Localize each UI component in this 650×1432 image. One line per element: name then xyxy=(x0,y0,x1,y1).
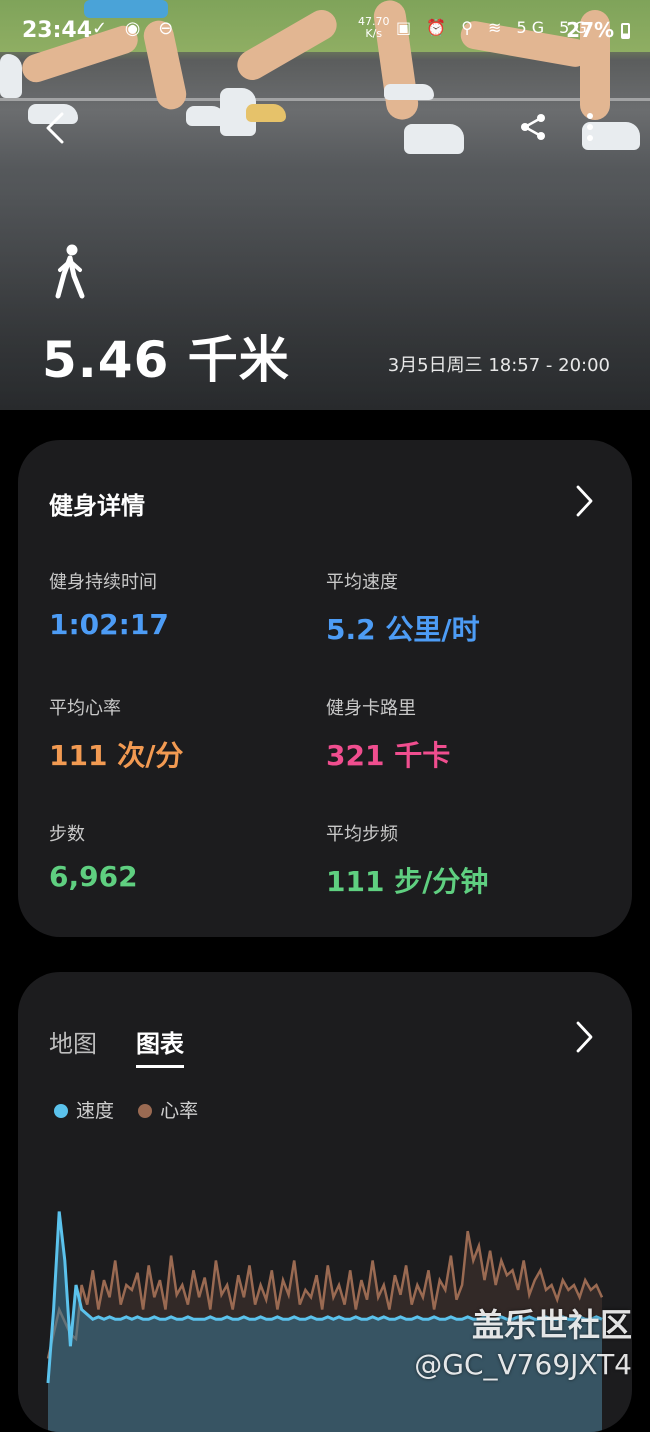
stat-label: 健身卡路里 xyxy=(326,694,450,720)
total-distance: 5.46 千米 xyxy=(42,320,290,392)
chevron-right-icon xyxy=(574,484,594,518)
stat-calories: 健身卡路里 321 千卡 xyxy=(326,694,450,774)
runner-shoe xyxy=(246,104,286,122)
card-title: 健身详情 xyxy=(49,486,145,521)
stat-duration: 健身持续时间 1:02:17 xyxy=(49,568,169,641)
watermark-title: 盖乐世社区 xyxy=(472,1300,632,1346)
more-vertical-icon xyxy=(586,112,594,142)
background-lane-line xyxy=(0,98,650,101)
network-speed: 47.70K/s xyxy=(358,16,390,40)
more-options-button[interactable] xyxy=(586,112,594,148)
status-time: 23:44 xyxy=(22,18,92,43)
stat-avg-heart-rate: 平均心率 111 次/分 xyxy=(49,694,183,774)
stat-label: 健身持续时间 xyxy=(49,568,169,594)
back-button[interactable] xyxy=(42,108,68,155)
chevron-left-icon xyxy=(42,108,68,148)
stat-value: 1:02:17 xyxy=(49,608,169,641)
stat-value: 111 步/分钟 xyxy=(326,860,488,900)
battery-icon xyxy=(621,23,630,39)
runner-shoe xyxy=(404,124,464,154)
share-icon xyxy=(518,112,548,142)
stat-label: 平均心率 xyxy=(49,694,183,720)
system-icons: ▣ ⏰ ⚲ ≋ 5G 5G xyxy=(396,18,592,37)
runner-shoe xyxy=(384,84,434,100)
stat-avg-speed: 平均速度 5.2 公里/时 xyxy=(326,568,480,648)
notification-icons: ✓ ◉ ⊖ xyxy=(92,18,179,39)
battery-percent: 27% xyxy=(566,18,614,42)
status-bar: 23:44 ✓ ◉ ⊖ 47.70K/s ▣ ⏰ ⚲ ≋ 5G 5G 27% xyxy=(0,0,650,62)
battery-level: 27% xyxy=(566,18,630,42)
share-button[interactable] xyxy=(518,112,548,146)
workout-date-range: 3月5日周三 18:57 - 20:00 xyxy=(388,351,610,377)
stat-steps: 步数 6,962 xyxy=(49,820,138,893)
stat-value: 6,962 xyxy=(49,860,138,893)
stat-avg-cadence: 平均步频 111 步/分钟 xyxy=(326,820,488,900)
workout-details-card[interactable]: 健身详情 健身持续时间 1:02:17 平均速度 5.2 公里/时 平均心率 1… xyxy=(18,440,632,937)
stat-label: 步数 xyxy=(49,820,138,846)
stat-label: 平均步频 xyxy=(326,820,488,846)
stat-value: 5.2 公里/时 xyxy=(326,608,480,648)
walking-person-icon xyxy=(52,244,88,304)
stat-label: 平均速度 xyxy=(326,568,480,594)
details-chevron-button[interactable] xyxy=(574,484,594,522)
watermark-handle: @GC_V769JXT4 xyxy=(414,1348,632,1381)
network-speed-unit: K/s xyxy=(365,27,382,40)
stat-value: 321 千卡 xyxy=(326,734,450,774)
stat-value: 111 次/分 xyxy=(49,734,183,774)
